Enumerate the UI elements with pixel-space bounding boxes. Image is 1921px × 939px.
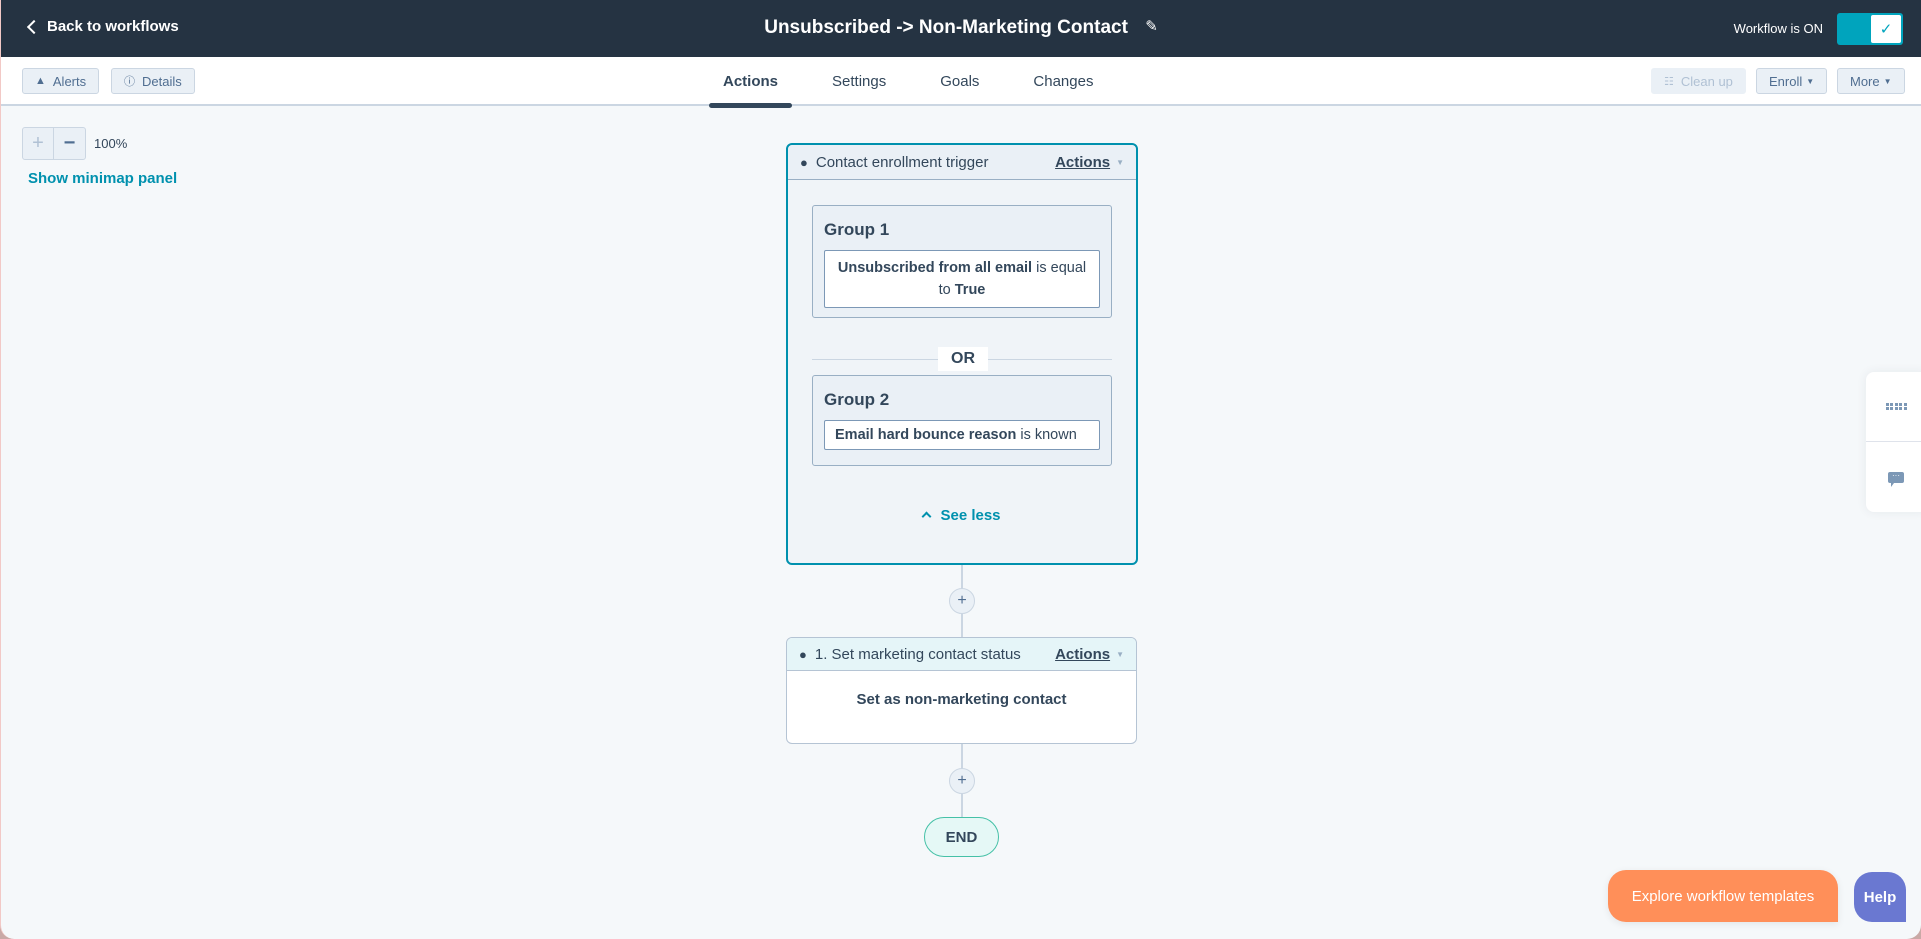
add-action-button[interactable]: + (949, 588, 975, 614)
tab-bar: Actions Settings Goals Changes (709, 57, 1133, 108)
chat-icon: ··· (1888, 471, 1904, 487)
caret-down-icon: ▼ (1116, 157, 1124, 167)
tab-label: Goals (940, 73, 980, 90)
group-title: Group 2 (824, 390, 890, 409)
zoom-in-button[interactable]: + (23, 128, 54, 159)
filter-group: Group 2 Email hard bounce reason is know… (812, 375, 1112, 466)
see-less-link[interactable]: See less (788, 507, 1136, 524)
alerts-button[interactable]: ▲ Alerts (22, 68, 100, 94)
more-dropdown[interactable]: More ▼ (1837, 68, 1905, 94)
filter-condition[interactable]: Unsubscribed from all email is equal to … (824, 250, 1100, 308)
tab-label: Changes (1033, 73, 1094, 90)
group-title: Group 1 (824, 220, 890, 239)
trigger-actions-menu[interactable]: Actions (1055, 154, 1110, 171)
alerts-label: Alerts (52, 73, 87, 89)
caret-down-icon: ▼ (1116, 649, 1124, 659)
tab-changes[interactable]: Changes (1019, 57, 1107, 106)
condition-property: Unsubscribed from all email (837, 260, 1033, 276)
contact-icon: ● (799, 646, 807, 662)
action-card-header: ● 1. Set marketing contact status Action… (787, 638, 1136, 671)
tab-label: Settings (832, 73, 887, 90)
details-label: Details (142, 73, 182, 89)
chevron-up-icon (922, 511, 932, 522)
trigger-title: Contact enrollment trigger (815, 153, 989, 171)
warning-icon: ▲ (35, 75, 46, 87)
details-button[interactable]: ⓘ Details (111, 68, 195, 94)
filter-group: Group 1 Unsubscribed from all email is e… (812, 205, 1112, 318)
enrollment-trigger-card[interactable]: ● Contact enrollment trigger Actions ▼ G… (786, 143, 1138, 565)
action-title: 1. Set marketing contact status (814, 645, 1021, 663)
show-minimap-link[interactable]: Show minimap panel (28, 170, 177, 187)
chat-button[interactable]: ··· (1866, 442, 1921, 512)
sub-toolbar: ▲ Alerts ⓘ Details Actions Settings Goal… (1, 57, 1921, 108)
tab-actions[interactable]: Actions (709, 57, 793, 108)
trigger-card-header: ● Contact enrollment trigger Actions ▼ (788, 145, 1136, 180)
clean-up-label: Clean up (1680, 73, 1733, 89)
condition-operator: is known (1020, 427, 1077, 443)
hierarchy-icon: ☷ (1664, 75, 1674, 88)
apps-grid-button[interactable] (1866, 372, 1921, 442)
pencil-edit-icon[interactable]: ✎ (1145, 17, 1158, 35)
grid-icon (1885, 402, 1907, 411)
or-label: OR (938, 347, 988, 371)
contact-icon: ● (800, 154, 808, 170)
see-less-label: See less (940, 507, 1001, 524)
action-body: Set as non-marketing contact (856, 691, 1067, 708)
tab-label: Actions (723, 73, 779, 90)
explore-templates-button[interactable]: Explore workflow templates (1608, 870, 1838, 922)
help-button[interactable]: Help (1854, 872, 1906, 922)
tab-goals[interactable]: Goals (926, 57, 993, 106)
zoom-out-button[interactable]: − (54, 128, 85, 159)
enroll-label: Enroll (1769, 73, 1803, 89)
workflow-status-label: Workflow is ON (1733, 21, 1823, 36)
caret-down-icon: ▼ (1883, 76, 1892, 86)
add-action-button[interactable]: + (949, 768, 975, 794)
workflow-on-toggle[interactable]: ✓ (1837, 13, 1903, 45)
more-label: More (1850, 73, 1880, 89)
or-divider: OR (812, 347, 1112, 371)
end-node: END (924, 817, 999, 857)
workflow-title-wrap: Unsubscribed -> Non-Marketing Contact ✎ (1, 17, 1921, 39)
side-panel: ··· (1866, 372, 1921, 512)
tab-settings[interactable]: Settings (818, 57, 900, 106)
app-window: Back to workflows Unsubscribed -> Non-Ma… (0, 0, 1921, 939)
top-header: Back to workflows Unsubscribed -> Non-Ma… (1, 0, 1921, 57)
enroll-dropdown[interactable]: Enroll ▼ (1756, 68, 1828, 94)
info-icon: ⓘ (124, 76, 135, 88)
zoom-controls: + − (22, 127, 86, 160)
clean-up-button[interactable]: ☷ Clean up (1651, 68, 1746, 94)
action-step-card[interactable]: ● 1. Set marketing contact status Action… (786, 637, 1137, 744)
condition-value: True (954, 282, 986, 298)
filter-condition[interactable]: Email hard bounce reason is known (824, 420, 1100, 450)
zoom-level: 100% (94, 136, 128, 151)
condition-property: Email hard bounce reason (835, 427, 1017, 443)
workflow-title: Unsubscribed -> Non-Marketing Contact (764, 17, 1128, 38)
action-actions-menu[interactable]: Actions (1055, 646, 1110, 663)
caret-down-icon: ▼ (1806, 76, 1815, 86)
check-icon: ✓ (1871, 15, 1901, 43)
